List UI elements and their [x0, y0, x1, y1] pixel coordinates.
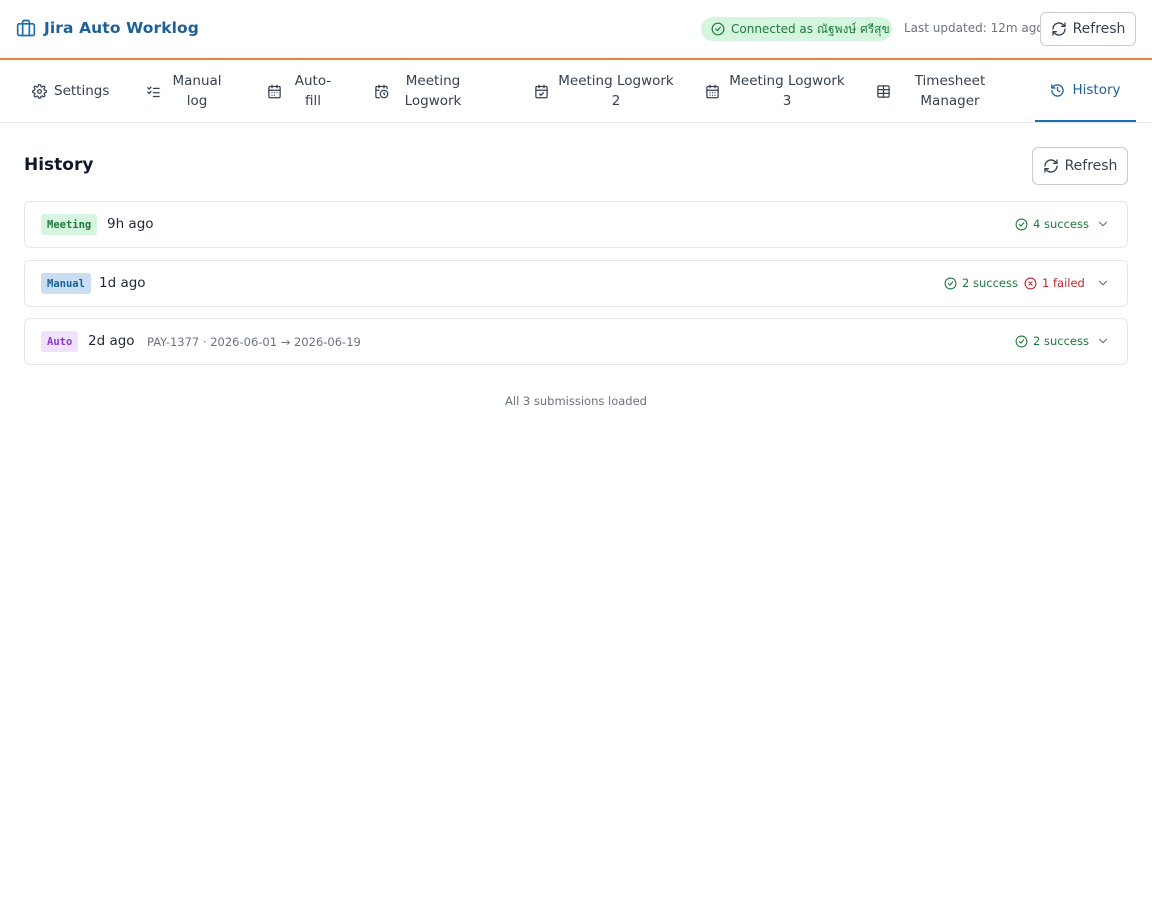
- tab-bar: Settings Manual log Auto-fill Meeting Lo…: [0, 60, 1152, 123]
- calendar-grid-icon: [706, 84, 719, 98]
- brand: Jira Auto Worklog: [16, 18, 199, 38]
- chevron-down-icon[interactable]: [1096, 334, 1110, 348]
- submission-type-badge: Auto: [41, 331, 79, 352]
- success-count: 4 success: [1015, 217, 1089, 231]
- tab-meeting-logwork-3[interactable]: Meeting Logwork 3: [705, 60, 845, 122]
- success-count-text: 4 success: [1033, 217, 1089, 231]
- submission-type-badge: Manual: [41, 273, 91, 294]
- submission-time: 9h ago: [107, 216, 154, 232]
- success-count-text: 2 success: [1033, 334, 1089, 348]
- list-check-icon: [147, 86, 160, 97]
- tab-settings[interactable]: Settings: [32, 60, 122, 122]
- check-circle-icon: [711, 22, 725, 36]
- last-updated-text: Last updated: 12m ago: [904, 21, 1044, 35]
- table-icon: [877, 84, 890, 98]
- header-refresh-label: Refresh: [1072, 21, 1126, 37]
- tab-history[interactable]: History: [1035, 60, 1136, 122]
- app-header: Jira Auto Worklog Connected as ณัฐพงษ์ ศ…: [0, 0, 1152, 60]
- tab-meeting-logwork[interactable]: Meeting Logwork: [374, 60, 494, 122]
- check-circle-icon: [1015, 218, 1028, 230]
- history-row[interactable]: Meeting 9h ago 4 success: [24, 201, 1128, 248]
- chevron-down-icon[interactable]: [1096, 217, 1110, 231]
- tab-label: Manual log: [172, 73, 222, 109]
- tab-label: Settings: [54, 83, 110, 99]
- submissions-loaded-note: All 3 submissions loaded: [505, 394, 647, 408]
- history-row[interactable]: Manual 1d ago 2 success 1 failed: [24, 260, 1128, 307]
- tab-auto-fill[interactable]: Auto-fill: [267, 60, 343, 122]
- connection-status-text: Connected as ณัฐพงษ์ ศรีสุข: [731, 21, 890, 36]
- tab-timesheet-manager[interactable]: Timesheet Manager: [876, 60, 1006, 122]
- briefcase-icon: [16, 19, 36, 37]
- submission-time: 1d ago: [99, 275, 146, 291]
- success-count: 2 success: [944, 276, 1018, 290]
- x-circle-icon: [1024, 277, 1037, 289]
- tab-manual-log[interactable]: Manual log: [146, 60, 236, 122]
- tab-label: Auto-fill: [294, 73, 332, 109]
- check-circle-icon: [1015, 335, 1028, 347]
- calendar-icon: [268, 84, 281, 98]
- app-title: Jira Auto Worklog: [44, 19, 199, 37]
- failed-count-text: 1 failed: [1042, 276, 1085, 290]
- failed-count: 1 failed: [1024, 276, 1085, 290]
- success-count-text: 2 success: [962, 276, 1018, 290]
- tab-label: History: [1072, 82, 1121, 98]
- refresh-icon: [1051, 22, 1066, 36]
- submission-time: 2d ago: [88, 333, 135, 349]
- check-circle-icon: [944, 277, 957, 289]
- tab-label: Meeting Logwork 3: [729, 73, 845, 109]
- submission-details: PAY-1377 · 2026-06-01 → 2026-06-19: [147, 335, 361, 349]
- calendar-clock-icon: [375, 84, 389, 98]
- refresh-icon: [1043, 159, 1058, 173]
- calendar-check-icon: [535, 84, 548, 98]
- header-refresh-button[interactable]: Refresh: [1040, 12, 1136, 46]
- page-title: History: [24, 155, 94, 175]
- history-refresh-label: Refresh: [1064, 158, 1118, 174]
- history-row[interactable]: Auto 2d ago PAY-1377 · 2026-06-01 → 2026…: [24, 318, 1128, 365]
- gear-icon: [32, 83, 47, 99]
- tab-label: Meeting Logwork 2: [558, 73, 674, 109]
- tab-meeting-logwork-2[interactable]: Meeting Logwork 2: [534, 60, 674, 122]
- chevron-down-icon[interactable]: [1096, 276, 1110, 290]
- success-count: 2 success: [1015, 334, 1089, 348]
- history-refresh-button[interactable]: Refresh: [1032, 147, 1128, 185]
- connection-status-badge: Connected as ณัฐพงษ์ ศรีสุข: [701, 17, 892, 41]
- history-icon: [1051, 83, 1065, 97]
- tab-label: Timesheet Manager: [914, 73, 986, 109]
- submission-type-badge: Meeting: [41, 214, 98, 235]
- tab-label: Meeting Logwork: [404, 73, 462, 109]
